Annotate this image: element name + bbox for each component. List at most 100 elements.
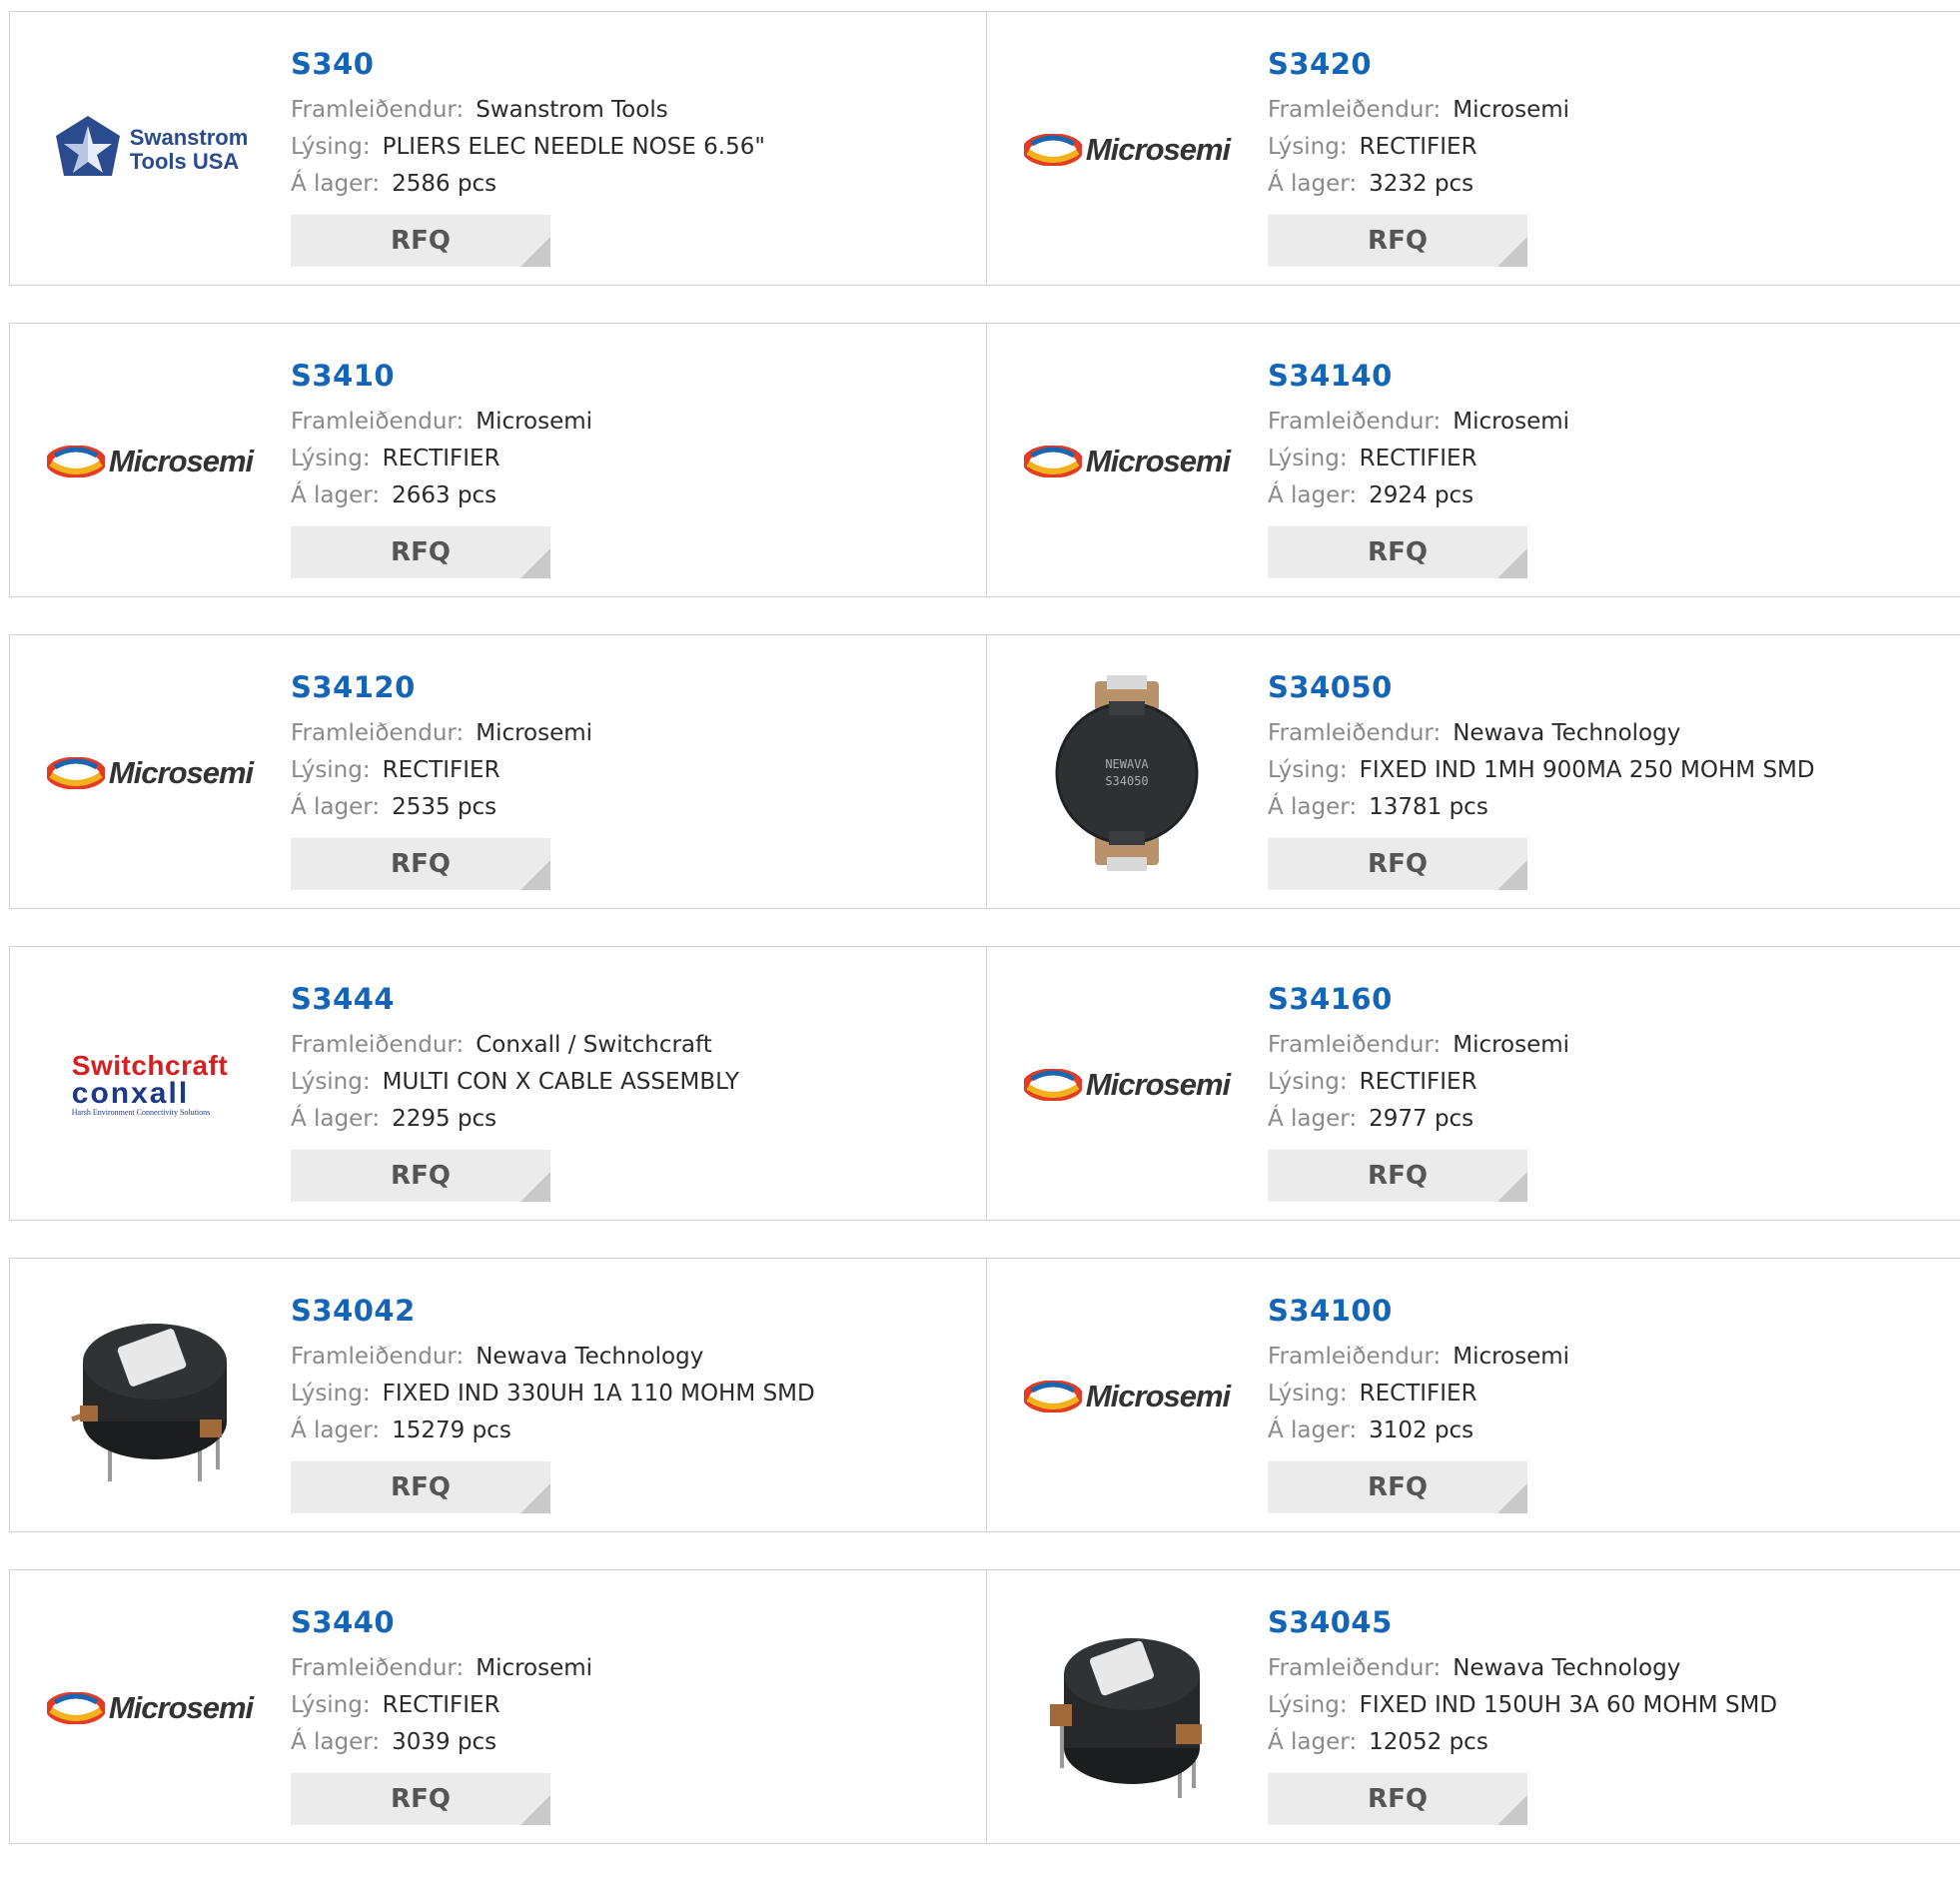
rfq-corner-decoration bbox=[1497, 1172, 1527, 1202]
rfq-button[interactable]: RFQ bbox=[1268, 215, 1527, 267]
stock-value: 15279 pcs bbox=[392, 1417, 511, 1443]
stock-value: 13781 pcs bbox=[1369, 794, 1488, 820]
rfq-button[interactable]: RFQ bbox=[1268, 1773, 1527, 1825]
microsemi-logo[interactable]: Microsemi bbox=[46, 360, 254, 563]
description-label: Lýsing: bbox=[291, 134, 371, 160]
manufacturer-value: Microsemi bbox=[476, 1655, 593, 1681]
rfq-corner-decoration bbox=[1497, 1483, 1527, 1513]
manufacturer-value: Newava Technology bbox=[476, 1344, 704, 1370]
stock-value: 2977 pcs bbox=[1369, 1106, 1474, 1132]
switchcraft-conxall-logo[interactable]: Switchcraft conxall Harsh Environment Co… bbox=[48, 983, 252, 1187]
rfq-button[interactable]: RFQ bbox=[291, 1461, 550, 1513]
product-card: Microsemi S34160 Framleiðendur: Microsemi… bbox=[986, 946, 1960, 1221]
microsemi-swirl-icon bbox=[46, 446, 105, 477]
swanstrom-logo-line2: Tools USA bbox=[129, 149, 240, 174]
part-number-link[interactable]: S34120 bbox=[291, 671, 592, 703]
part-number-link[interactable]: S340 bbox=[291, 48, 765, 80]
description-label: Lýsing: bbox=[291, 1381, 371, 1407]
microsemi-logo-text: Microsemi bbox=[1085, 444, 1231, 478]
description-label: Lýsing: bbox=[291, 757, 371, 783]
rfq-button-label: RFQ bbox=[1368, 849, 1428, 879]
part-number-link[interactable]: S3444 bbox=[291, 983, 739, 1015]
product-card: Microsemi S3440 Framleiðendur: Microsemi … bbox=[9, 1569, 986, 1844]
microsemi-logo[interactable]: Microsemi bbox=[1023, 360, 1231, 563]
rfq-button[interactable]: RFQ bbox=[1268, 1150, 1527, 1202]
stock-value: 12052 pcs bbox=[1369, 1729, 1488, 1755]
manufacturer-label: Framleiðendur: bbox=[291, 409, 465, 435]
description-label: Lýsing: bbox=[291, 1692, 371, 1718]
inductor-marking-line2: S34050 bbox=[1105, 774, 1148, 788]
rfq-button[interactable]: RFQ bbox=[291, 1150, 550, 1202]
rfq-corner-decoration bbox=[520, 237, 550, 267]
rfq-button[interactable]: RFQ bbox=[1268, 1461, 1527, 1513]
manufacturer-value: Newava Technology bbox=[1453, 720, 1681, 746]
rfq-button[interactable]: RFQ bbox=[291, 215, 550, 267]
manufacturer-label: Framleiðendur: bbox=[291, 720, 465, 746]
rfq-button[interactable]: RFQ bbox=[291, 526, 550, 578]
part-number-link[interactable]: S34160 bbox=[1268, 983, 1569, 1015]
manufacturer-value: Microsemi bbox=[1453, 1344, 1570, 1370]
product-row: Swanstrom Tools USA S340 Framleiðendur: S… bbox=[9, 11, 1960, 286]
through-hole-inductor-photo[interactable] bbox=[48, 1295, 252, 1498]
microsemi-logo-text: Microsemi bbox=[1085, 1067, 1231, 1102]
product-row: Microsemi S3440 Framleiðendur: Microsemi … bbox=[9, 1569, 1960, 1844]
microsemi-logo[interactable]: Microsemi bbox=[1023, 48, 1231, 252]
part-number-link[interactable]: S34100 bbox=[1268, 1295, 1569, 1327]
manufacturer-label: Framleiðendur: bbox=[1268, 1344, 1442, 1370]
manufacturer-label: Framleiðendur: bbox=[1268, 1655, 1442, 1681]
description-label: Lýsing: bbox=[1268, 134, 1348, 160]
description-value: FIXED IND 330UH 1A 110 MOHM SMD bbox=[382, 1381, 815, 1407]
rfq-button[interactable]: RFQ bbox=[1268, 838, 1527, 890]
description-value: RECTIFIER bbox=[382, 446, 500, 471]
smd-inductor-image: NEWAVA S34050 bbox=[1055, 675, 1199, 871]
rfq-button-label: RFQ bbox=[391, 1472, 451, 1502]
microsemi-logo[interactable]: Microsemi bbox=[46, 671, 254, 875]
through-hole-inductor-photo[interactable] bbox=[1025, 1606, 1229, 1810]
part-number-link[interactable]: S3420 bbox=[1268, 48, 1569, 80]
stock-value: 2535 pcs bbox=[392, 794, 497, 820]
description-label: Lýsing: bbox=[291, 446, 371, 471]
rfq-corner-decoration bbox=[520, 548, 550, 578]
manufacturer-label: Framleiðendur: bbox=[291, 1655, 465, 1681]
part-number-link[interactable]: S3440 bbox=[291, 1606, 592, 1638]
conxall-tagline: Harsh Environment Connectivity Solutions bbox=[71, 1108, 211, 1117]
microsemi-logo[interactable]: Microsemi bbox=[46, 1606, 254, 1810]
part-number-link[interactable]: S3410 bbox=[291, 360, 592, 392]
product-card: Microsemi S34120 Framleiðendur: Microsemi… bbox=[9, 634, 986, 909]
product-card: Swanstrom Tools USA S340 Framleiðendur: S… bbox=[9, 11, 986, 286]
part-number-link[interactable]: S34045 bbox=[1268, 1606, 1777, 1638]
microsemi-logo[interactable]: Microsemi bbox=[1023, 983, 1231, 1187]
stock-label: Á lager: bbox=[1268, 482, 1358, 508]
swanstrom-star-icon bbox=[55, 116, 120, 176]
description-value: FIXED IND 150UH 3A 60 MOHM SMD bbox=[1359, 1692, 1778, 1718]
part-number-link[interactable]: S34050 bbox=[1268, 671, 1815, 703]
part-number-link[interactable]: S34140 bbox=[1268, 360, 1569, 392]
rfq-button-label: RFQ bbox=[391, 849, 451, 879]
stock-value: 2586 pcs bbox=[392, 171, 497, 197]
rfq-button-label: RFQ bbox=[1368, 226, 1428, 256]
smd-inductor-photo[interactable]: NEWAVA S34050 bbox=[1025, 671, 1229, 875]
rfq-button[interactable]: RFQ bbox=[291, 1773, 550, 1825]
rfq-button-label: RFQ bbox=[391, 226, 451, 256]
rfq-button[interactable]: RFQ bbox=[1268, 526, 1527, 578]
description-label: Lýsing: bbox=[291, 1069, 371, 1095]
rfq-button-label: RFQ bbox=[1368, 1784, 1428, 1814]
rfq-button[interactable]: RFQ bbox=[291, 838, 550, 890]
manufacturer-value: Microsemi bbox=[1453, 1032, 1570, 1058]
part-number-link[interactable]: S34042 bbox=[291, 1295, 815, 1327]
stock-label: Á lager: bbox=[1268, 1417, 1358, 1443]
microsemi-swirl-icon bbox=[46, 1692, 105, 1724]
manufacturer-value: Conxall / Switchcraft bbox=[476, 1032, 712, 1058]
rfq-button-label: RFQ bbox=[391, 1161, 451, 1191]
product-card: S34045 Framleiðendur: Newava Technology L… bbox=[986, 1569, 1960, 1844]
manufacturer-value: Microsemi bbox=[1453, 97, 1570, 123]
stock-value: 3102 pcs bbox=[1369, 1417, 1474, 1443]
description-value: PLIERS ELEC NEEDLE NOSE 6.56" bbox=[382, 134, 765, 160]
microsemi-swirl-icon bbox=[1023, 134, 1082, 166]
microsemi-logo[interactable]: Microsemi bbox=[1023, 1295, 1231, 1498]
product-row: Switchcraft conxall Harsh Environment Co… bbox=[9, 946, 1960, 1221]
swanstrom-logo[interactable]: Swanstrom Tools USA bbox=[48, 48, 252, 252]
description-label: Lýsing: bbox=[1268, 446, 1348, 471]
stock-label: Á lager: bbox=[291, 1417, 381, 1443]
rfq-corner-decoration bbox=[520, 1795, 550, 1825]
